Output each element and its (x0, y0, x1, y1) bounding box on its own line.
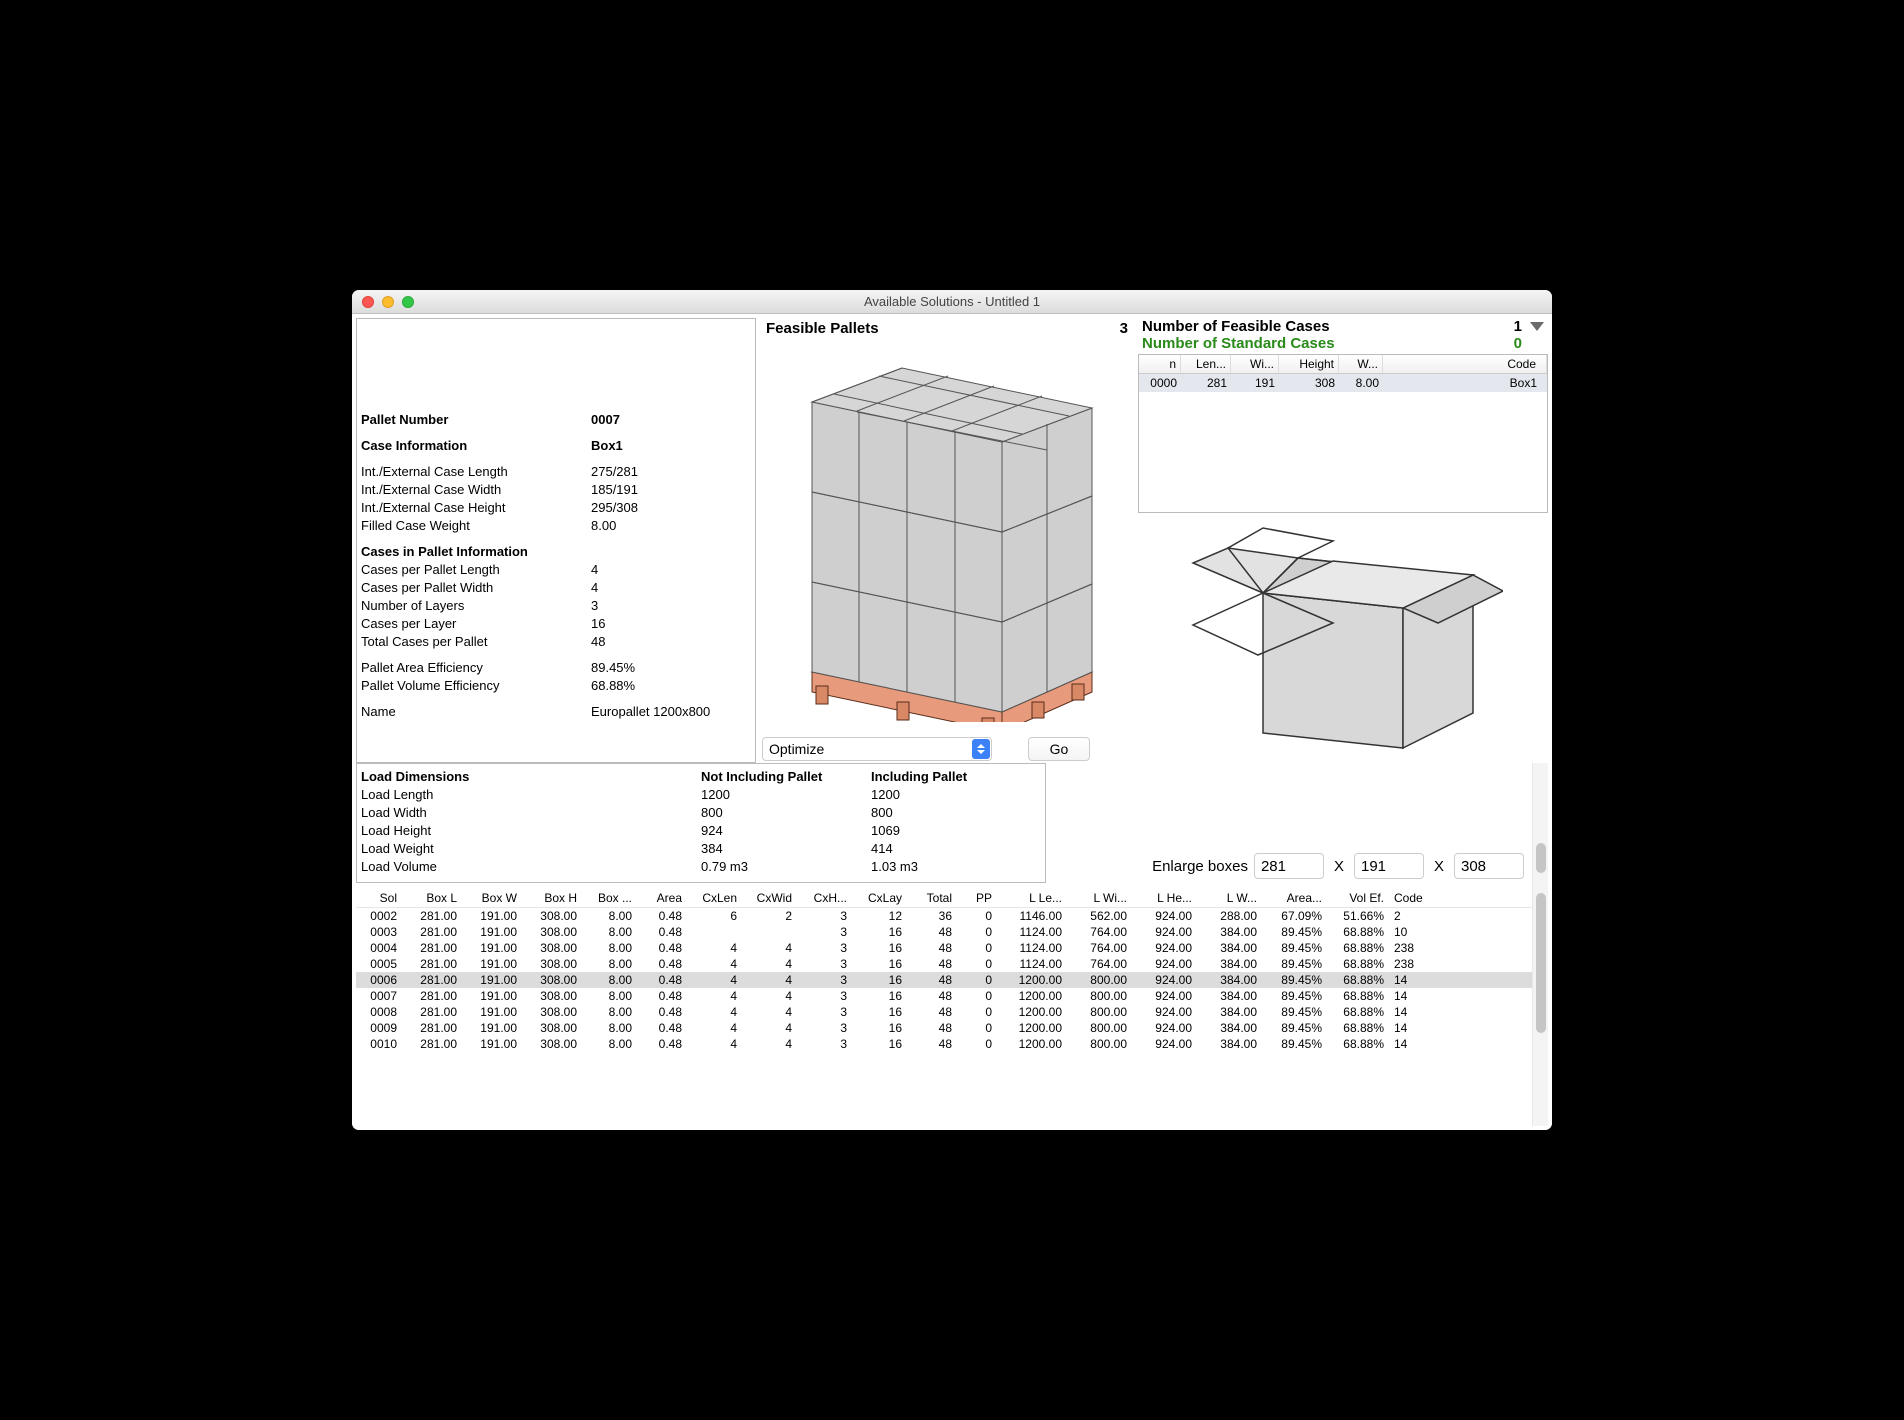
solution-row[interactable]: 0010281.00191.00308.008.000.484431648012… (356, 1036, 1532, 1052)
right-scrollbar[interactable] (1532, 763, 1548, 883)
sol-header[interactable]: Box L (401, 889, 461, 907)
sol-header[interactable]: CxLen (686, 889, 741, 907)
sol-header[interactable]: Box ... (581, 889, 636, 907)
pallet-info-panel: Pallet Number0007 Case InformationBox1 I… (356, 318, 756, 763)
sol-header[interactable]: L Le... (996, 889, 1066, 907)
case-info-label: Case Information (361, 437, 591, 455)
solution-row[interactable]: 0007281.00191.00308.008.000.484431648012… (356, 988, 1532, 1004)
sol-header[interactable]: Code (1388, 889, 1433, 907)
solution-row[interactable]: 0009281.00191.00308.008.000.484431648012… (356, 1020, 1532, 1036)
sol-header[interactable]: Vol Ef. (1326, 889, 1388, 907)
case-name: Box1 (591, 437, 751, 455)
sol-header[interactable]: Total (906, 889, 956, 907)
sol-header[interactable]: Box W (461, 889, 521, 907)
titlebar: Available Solutions - Untitled 1 (352, 290, 1552, 314)
pallet-number-label: Pallet Number (361, 411, 591, 429)
sol-header[interactable]: PP (956, 889, 996, 907)
cases-in-pallet-label: Cases in Pallet Information (361, 543, 591, 561)
sol-header[interactable]: L W... (1196, 889, 1261, 907)
feasible-cases-label: Number of Feasible Cases (1142, 318, 1330, 335)
solution-row[interactable]: 0005281.00191.00308.008.000.484431648011… (356, 956, 1532, 972)
window-title: Available Solutions - Untitled 1 (352, 294, 1552, 309)
standard-cases-count: 0 (1514, 335, 1522, 352)
sol-header[interactable]: CxWid (741, 889, 796, 907)
enlarge-label: Enlarge boxes (1152, 858, 1248, 875)
enlarge-height-input[interactable] (1454, 853, 1524, 879)
go-button[interactable]: Go (1028, 737, 1090, 761)
sol-header[interactable]: L He... (1131, 889, 1196, 907)
cases-row[interactable]: 0000 281 191 308 8.00 Box1 (1139, 374, 1547, 392)
pallet-3d-view (762, 339, 1132, 735)
solutions-table[interactable]: SolBox LBox WBox HBox ...AreaCxLenCxWidC… (356, 883, 1532, 1126)
feasible-cases-count: 1 (1514, 318, 1522, 335)
sol-header[interactable]: CxLay (851, 889, 906, 907)
solution-row[interactable]: 0002281.00191.00308.008.000.486231236011… (356, 908, 1532, 924)
sol-header[interactable]: CxH... (796, 889, 851, 907)
standard-cases-label: Number of Standard Cases (1142, 335, 1335, 352)
feasible-pallets-label: Feasible Pallets (766, 320, 879, 337)
sol-header[interactable]: Area (636, 889, 686, 907)
cases-table[interactable]: n Len... Wi... Height W... Code 0000 281… (1138, 354, 1548, 513)
sol-header[interactable]: Sol (356, 889, 401, 907)
pallet-number: 0007 (591, 411, 751, 429)
sol-header[interactable]: Area... (1261, 889, 1326, 907)
enlarge-width-input[interactable] (1354, 853, 1424, 879)
sol-header[interactable]: Box H (521, 889, 581, 907)
solutions-scrollbar[interactable] (1532, 883, 1548, 1126)
chevron-updown-icon[interactable] (972, 739, 990, 759)
disclosure-triangle-icon[interactable] (1530, 322, 1544, 331)
optimize-select[interactable]: Optimize (762, 737, 992, 761)
solution-row[interactable]: 0008281.00191.00308.008.000.484431648012… (356, 1004, 1532, 1020)
solution-row[interactable]: 0006281.00191.00308.008.000.484431648012… (356, 972, 1532, 988)
sol-header[interactable]: L Wi... (1066, 889, 1131, 907)
enlarge-length-input[interactable] (1254, 853, 1324, 879)
case-3d-view (1138, 513, 1548, 763)
load-dimensions-panel: Load DimensionsNot Including PalletInclu… (356, 763, 1046, 883)
solution-row[interactable]: 0004281.00191.00308.008.000.484431648011… (356, 940, 1532, 956)
feasible-pallets-count: 3 (1120, 320, 1128, 337)
solution-row[interactable]: 0003281.00191.00308.008.000.483164801124… (356, 924, 1532, 940)
app-window: Available Solutions - Untitled 1 Pallet … (352, 290, 1552, 1130)
